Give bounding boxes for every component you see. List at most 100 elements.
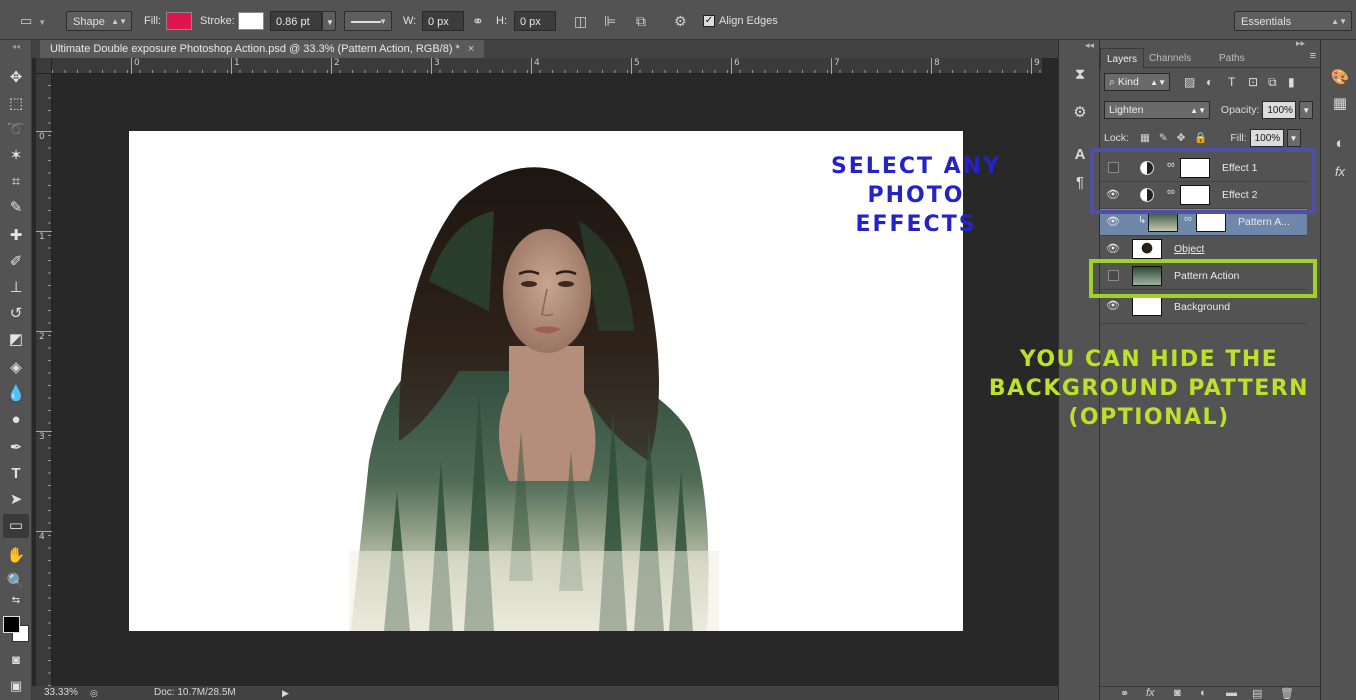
new-layer-icon[interactable]: ▤ — [1252, 687, 1262, 700]
horizontal-ruler[interactable] — [52, 58, 1042, 74]
eyedropper-tool-icon[interactable]: ✎ — [3, 196, 29, 220]
layer-style-icon[interactable]: fx — [1146, 687, 1155, 699]
eraser-tool-icon[interactable]: ◩ — [3, 328, 29, 352]
layer-thumb[interactable] — [1132, 296, 1162, 316]
filter-toggle-icon[interactable]: ▮ — [1288, 72, 1295, 92]
fill-input[interactable]: 100% — [1249, 129, 1284, 148]
width-input[interactable]: 0 px — [422, 11, 464, 31]
path-arrangement-icon[interactable]: ⧉ — [636, 11, 646, 31]
vertical-ruler[interactable] — [36, 74, 52, 686]
status-info-icon[interactable]: ◎ — [90, 686, 98, 700]
stroke-type-dropdown[interactable]: ▼ — [344, 11, 392, 31]
type-tool-icon[interactable]: T — [3, 462, 29, 486]
add-mask-icon[interactable]: ◙ — [1174, 687, 1181, 699]
lasso-tool-icon[interactable]: ➰ — [3, 118, 29, 142]
path-selection-tool-icon[interactable]: ➤ — [3, 488, 29, 512]
link-dimensions-icon[interactable]: ⚭ — [472, 11, 484, 31]
fill-dropdown[interactable]: ▼ — [1286, 129, 1301, 148]
new-group-icon[interactable]: ▬ — [1226, 687, 1237, 699]
new-adjustment-icon[interactable]: ◐ — [1200, 687, 1207, 699]
color-swatches[interactable] — [3, 614, 31, 644]
opacity-dropdown[interactable]: ▼ — [1299, 101, 1314, 120]
lock-image-icon[interactable]: ✎ — [1159, 132, 1168, 144]
hand-tool-icon[interactable]: ✋ — [3, 544, 29, 568]
foreground-color[interactable] — [3, 616, 20, 633]
blend-mode-dropdown[interactable]: Lighten ▲▼ — [1104, 101, 1210, 120]
document-tab[interactable]: Ultimate Double exposure Photoshop Actio… — [40, 40, 485, 58]
opacity-input[interactable]: 100% — [1262, 101, 1297, 120]
screen-mode-icon[interactable]: ▣ — [3, 674, 29, 698]
ruler-v-tick: 4 — [36, 531, 52, 543]
swap-colors-icon[interactable]: ⇆ — [3, 594, 29, 608]
lock-position-icon[interactable]: ✥ — [1177, 132, 1186, 144]
crop-tool-icon[interactable]: ⌗ — [3, 170, 29, 194]
ruler-v-tick: 0 — [36, 131, 52, 143]
swatches-panel-icon[interactable]: ▦ — [1328, 92, 1352, 116]
align-edges-checkbox[interactable]: ✓ Align Edges — [703, 11, 778, 31]
filter-smart-object-icon[interactable]: ⧉ — [1268, 72, 1277, 92]
dodge-tool-icon[interactable]: ● — [3, 408, 29, 432]
tab-layers[interactable]: Layers — [1100, 48, 1145, 69]
stroke-width-input[interactable]: 0.86 pt — [270, 11, 322, 31]
pen-tool-icon[interactable]: ✒ — [3, 436, 29, 460]
status-bar: 33.33% ◎ Doc: 10.7M/28.5M ▶ — [32, 686, 1058, 700]
zoom-tool-icon[interactable]: 🔍 — [3, 570, 29, 594]
filter-kind-dropdown[interactable]: ⌕ Kind ▲▼ — [1104, 73, 1170, 92]
lock-transparency-icon[interactable]: ▦ — [1140, 132, 1150, 144]
eye-icon[interactable]: 👁 — [1105, 241, 1121, 257]
fill-swatch[interactable] — [166, 12, 192, 32]
clone-stamp-tool-icon[interactable]: ⊥ — [3, 276, 29, 300]
quick-mask-icon[interactable]: ◙ — [3, 648, 29, 672]
magic-wand-tool-icon[interactable]: ✶ — [3, 144, 29, 168]
history-panel-icon[interactable]: ⧗ — [1067, 62, 1093, 88]
filter-shape-icon[interactable]: ⊡ — [1248, 72, 1258, 92]
effects-highlight-box — [1090, 148, 1316, 214]
color-panel-icon[interactable]: 🎨 — [1328, 66, 1352, 90]
brush-tool-icon[interactable]: ✐ — [3, 250, 29, 274]
properties-panel-icon[interactable]: ⚙ — [1067, 100, 1093, 126]
blur-tool-icon[interactable]: 💧 — [3, 382, 29, 406]
move-tool-icon[interactable]: ✥ — [3, 66, 29, 90]
history-brush-tool-icon[interactable]: ↺ — [3, 302, 29, 326]
stroke-width-dropdown[interactable]: ▼ — [322, 11, 336, 31]
link-layers-icon[interactable]: ⚭ — [1120, 687, 1129, 700]
gear-icon[interactable]: ⚙ — [674, 11, 687, 31]
lock-label: Lock: — [1104, 132, 1130, 144]
filter-adjustment-icon[interactable]: ◐ — [1206, 72, 1213, 92]
stroke-swatch[interactable] — [238, 12, 264, 32]
path-operations-icon[interactable]: ◫ — [574, 11, 587, 31]
filter-type-icon[interactable]: T — [1228, 72, 1235, 92]
marquee-tool-icon[interactable]: ⬚ — [3, 92, 29, 116]
tab-paths[interactable]: Paths — [1213, 48, 1251, 68]
status-menu-arrow-icon[interactable]: ▶ — [282, 686, 289, 700]
toolbox-grip[interactable]: ◂◂ — [0, 40, 32, 64]
zoom-level[interactable]: 33.33% — [44, 686, 78, 700]
layer-thumb[interactable] — [1132, 239, 1162, 259]
adjustments-panel-icon[interactable]: ◐ — [1328, 132, 1352, 156]
rectangle-tool-preset-icon[interactable]: ▭ ▼ — [20, 11, 46, 31]
filter-pixel-icon[interactable]: ▨ — [1184, 72, 1195, 92]
eye-icon[interactable]: 👁 — [1105, 298, 1121, 314]
layer-filter-row: ⌕ Kind ▲▼ ▨ ◐ T ⊡ ⧉ ▮ — [1104, 72, 1295, 92]
shape-mode-dropdown[interactable]: Shape ▲▼ — [66, 11, 132, 31]
tab-channels[interactable]: Channels — [1143, 48, 1197, 68]
trash-icon[interactable]: 🗑 — [1280, 687, 1294, 700]
path-alignment-icon[interactable]: ⊫ — [604, 11, 616, 31]
layer-thumb[interactable] — [1148, 212, 1178, 232]
panel-menu-icon[interactable]: ≡ — [1310, 50, 1316, 62]
height-input[interactable]: 0 px — [514, 11, 556, 31]
healing-brush-tool-icon[interactable]: ✚ — [3, 224, 29, 248]
styles-panel-icon[interactable]: fx — [1328, 160, 1352, 184]
right-panel-strip: 🎨 ▦ ◐ fx — [1320, 40, 1356, 700]
paint-bucket-tool-icon[interactable]: ◈ — [3, 356, 29, 380]
workspace-value: Essentials — [1241, 16, 1292, 28]
close-icon[interactable]: × — [468, 43, 474, 55]
lock-all-icon[interactable]: 🔒 — [1194, 132, 1207, 144]
workspace-dropdown[interactable]: Essentials ▲▼ — [1234, 11, 1352, 31]
collapse-panels-icon[interactable]: ◂◂ — [1085, 40, 1094, 51]
rectangle-tool-icon[interactable]: ▭ — [3, 514, 29, 538]
doc-size: Doc: 10.7M/28.5M — [154, 687, 236, 698]
layer-mask-thumb[interactable] — [1196, 212, 1226, 232]
ruler-origin[interactable] — [36, 58, 52, 74]
eye-icon[interactable]: 👁 — [1105, 214, 1121, 230]
